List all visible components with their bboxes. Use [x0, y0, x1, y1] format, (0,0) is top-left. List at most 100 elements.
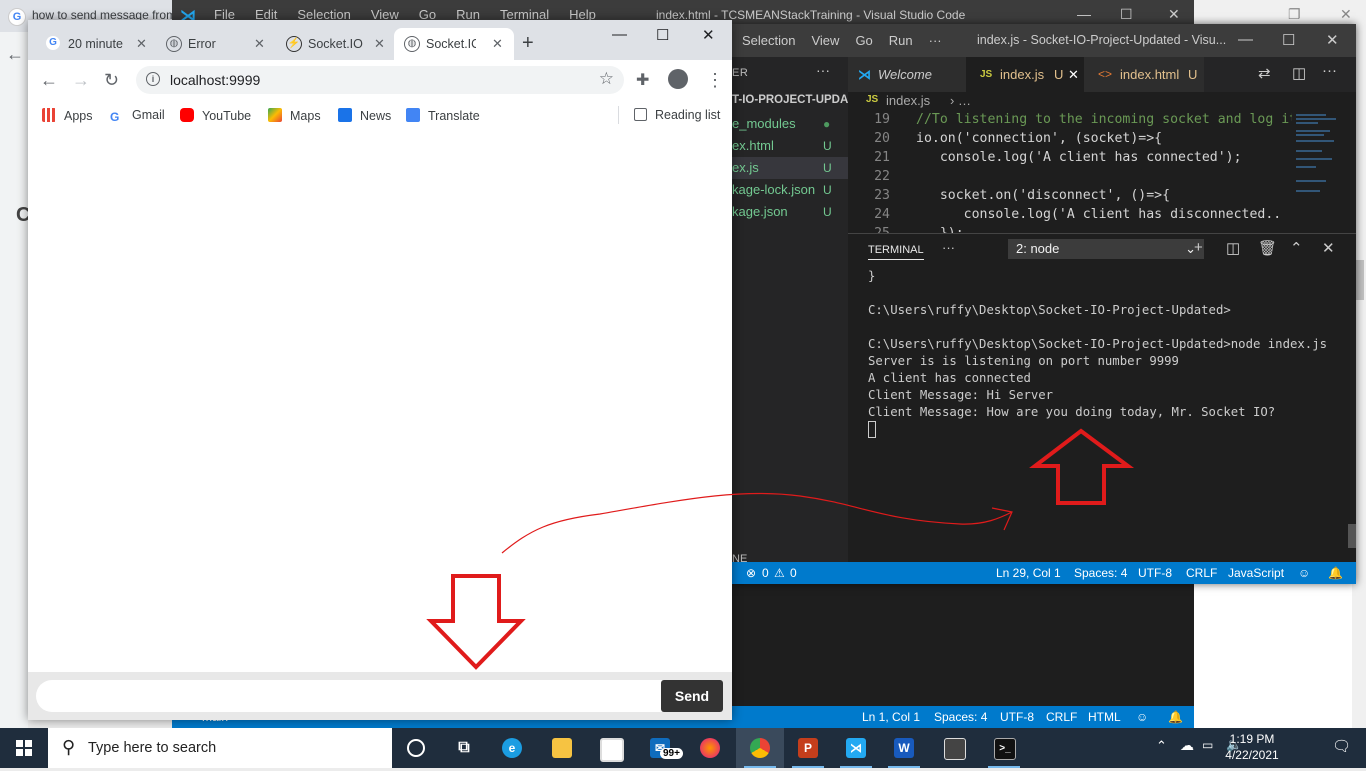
- split-editor-icon[interactable]: ◫: [1292, 64, 1306, 82]
- terminal-taskbar-icon[interactable]: >_: [980, 728, 1028, 768]
- menu-view[interactable]: View: [811, 33, 839, 48]
- terminal-scrollbar[interactable]: [1348, 524, 1356, 548]
- file-explorer-icon[interactable]: [538, 728, 586, 768]
- back-arrow-icon[interactable]: ←: [40, 70, 58, 91]
- minimize-icon[interactable]: —: [612, 26, 627, 43]
- chevron-up-icon[interactable]: ⌃: [1290, 239, 1303, 257]
- menu-run[interactable]: Run: [889, 33, 913, 48]
- close-icon[interactable]: ✕: [1326, 31, 1339, 49]
- forward-arrow-icon[interactable]: →: [72, 70, 90, 91]
- address-bar[interactable]: i localhost:9999 ☆: [136, 66, 624, 94]
- back-arrow-icon[interactable]: ←: [6, 44, 24, 65]
- encoding[interactable]: UTF-8: [1138, 566, 1172, 580]
- close-icon[interactable]: ✕: [492, 36, 503, 52]
- notification-icon[interactable]: 🗨: [1332, 737, 1351, 755]
- feedback-icon[interactable]: ☺: [1298, 566, 1310, 580]
- close-icon[interactable]: ✕: [702, 26, 715, 44]
- cloud-icon[interactable]: ☁: [1180, 737, 1194, 754]
- encoding[interactable]: UTF-8: [1000, 710, 1034, 724]
- file-item[interactable]: e_modules ●: [732, 113, 848, 135]
- file-item[interactable]: kage.json U: [732, 201, 848, 223]
- app-icon[interactable]: [930, 728, 978, 768]
- profile-avatar[interactable]: [668, 69, 688, 89]
- vscode-taskbar-icon[interactable]: ⋊: [832, 728, 880, 768]
- start-button[interactable]: [0, 728, 48, 768]
- terminal-panel[interactable]: TERMINAL ··· 2: node ⌄ + ◫ 🗑 ⌃ ✕ } C:\Us…: [848, 233, 1356, 563]
- cursor-position[interactable]: Ln 29, Col 1: [996, 566, 1061, 580]
- warning-icon[interactable]: ⚠: [774, 566, 785, 580]
- file-item[interactable]: ex.html U: [732, 135, 848, 157]
- chrome-tab[interactable]: ◍ Error ✕: [156, 28, 274, 60]
- powerpoint-icon[interactable]: P: [784, 728, 832, 768]
- close-icon[interactable]: ✕: [1068, 57, 1079, 92]
- chrome-tab[interactable]: G 20 minute ✕: [36, 28, 154, 60]
- error-count[interactable]: 0: [762, 566, 769, 580]
- maximize-icon[interactable]: ☐: [656, 26, 669, 44]
- kebab-menu-icon[interactable]: ⋮: [706, 70, 724, 91]
- line-ending[interactable]: CRLF: [1046, 710, 1077, 724]
- close-icon[interactable]: ✕: [1168, 6, 1180, 23]
- chrome-taskbar-icon[interactable]: [736, 728, 784, 768]
- bell-icon[interactable]: 🔔: [1168, 710, 1183, 724]
- split-terminal-icon[interactable]: ◫: [1226, 239, 1240, 257]
- line-ending[interactable]: CRLF: [1186, 566, 1217, 580]
- language-mode[interactable]: JavaScript: [1228, 566, 1284, 580]
- bookmark-gmail[interactable]: G Gmail: [110, 108, 165, 124]
- extensions-icon[interactable]: ✚: [636, 70, 649, 90]
- close-icon[interactable]: ✕: [254, 36, 265, 52]
- reload-icon[interactable]: ↻: [104, 70, 119, 91]
- bookmark-youtube[interactable]: YouTube: [180, 108, 251, 123]
- file-item[interactable]: ex.js U: [732, 157, 848, 179]
- code-editor[interactable]: 19//To listening to the incoming socket …: [848, 110, 1298, 233]
- bookmark-translate[interactable]: Translate: [406, 108, 480, 123]
- close-icon[interactable]: ✕: [374, 36, 385, 52]
- terminal-select[interactable]: 2: node ⌄: [1008, 239, 1204, 259]
- more-actions-icon[interactable]: ···: [816, 62, 830, 78]
- message-input[interactable]: [36, 680, 676, 712]
- breadcrumb-file[interactable]: index.js: [886, 93, 930, 108]
- close-icon[interactable]: ✕: [136, 36, 147, 52]
- minimize-icon[interactable]: —: [1077, 6, 1091, 22]
- info-icon[interactable]: i: [146, 72, 160, 86]
- star-icon[interactable]: ☆: [599, 69, 614, 89]
- tab-terminal[interactable]: TERMINAL: [868, 244, 924, 260]
- error-icon[interactable]: ⊗: [746, 566, 756, 580]
- edge-icon[interactable]: e: [488, 728, 536, 768]
- tab-index-js[interactable]: JS index.js U ✕: [966, 57, 1084, 92]
- restore-icon[interactable]: ❐: [1288, 6, 1301, 23]
- cortana-icon[interactable]: [392, 728, 440, 768]
- tab-welcome[interactable]: ⋊ Welcome: [848, 57, 966, 92]
- new-tab-icon[interactable]: +: [522, 32, 534, 55]
- maximize-icon[interactable]: ☐: [1120, 6, 1133, 23]
- more-actions-icon[interactable]: ···: [942, 240, 955, 255]
- close-icon[interactable]: ✕: [1322, 239, 1335, 257]
- firefox-icon[interactable]: [686, 728, 734, 768]
- chrome-tab[interactable]: ⚡ Socket.IO ✕: [276, 28, 394, 60]
- bookmark-news[interactable]: News: [338, 108, 391, 123]
- chevron-up-icon[interactable]: ⌃: [1156, 738, 1167, 754]
- trash-icon[interactable]: 🗑: [1258, 239, 1277, 257]
- plus-icon[interactable]: +: [1194, 239, 1203, 256]
- cursor-position[interactable]: Ln 1, Col 1: [862, 710, 920, 724]
- file-item[interactable]: kage-lock.json U: [732, 179, 848, 201]
- project-folder[interactable]: T-IO-PROJECT-UPDA...: [732, 94, 858, 106]
- word-icon[interactable]: W: [880, 728, 928, 768]
- compare-icon[interactable]: ⇄: [1258, 64, 1271, 82]
- task-view-icon[interactable]: ⧉: [440, 728, 488, 768]
- tab-index-html[interactable]: <> index.html U: [1084, 57, 1204, 92]
- indentation[interactable]: Spaces: 4: [934, 710, 987, 724]
- more-actions-icon[interactable]: ···: [1322, 62, 1337, 79]
- mail-icon[interactable]: ✉ 99+: [636, 728, 684, 768]
- warning-count[interactable]: 0: [790, 566, 797, 580]
- store-icon[interactable]: [586, 728, 634, 768]
- bookmark-maps[interactable]: Maps: [268, 108, 321, 123]
- maximize-icon[interactable]: ☐: [1282, 31, 1295, 49]
- battery-icon[interactable]: ▭: [1202, 738, 1213, 752]
- menu-more[interactable]: ···: [929, 33, 942, 48]
- send-button[interactable]: Send: [661, 680, 723, 712]
- minimize-icon[interactable]: —: [1238, 31, 1253, 48]
- chrome-tab-active[interactable]: ◍ Socket.IO ✕: [394, 28, 514, 60]
- url-text[interactable]: localhost:9999: [170, 72, 260, 88]
- menu-selection[interactable]: Selection: [742, 33, 795, 48]
- indentation[interactable]: Spaces: 4: [1074, 566, 1127, 580]
